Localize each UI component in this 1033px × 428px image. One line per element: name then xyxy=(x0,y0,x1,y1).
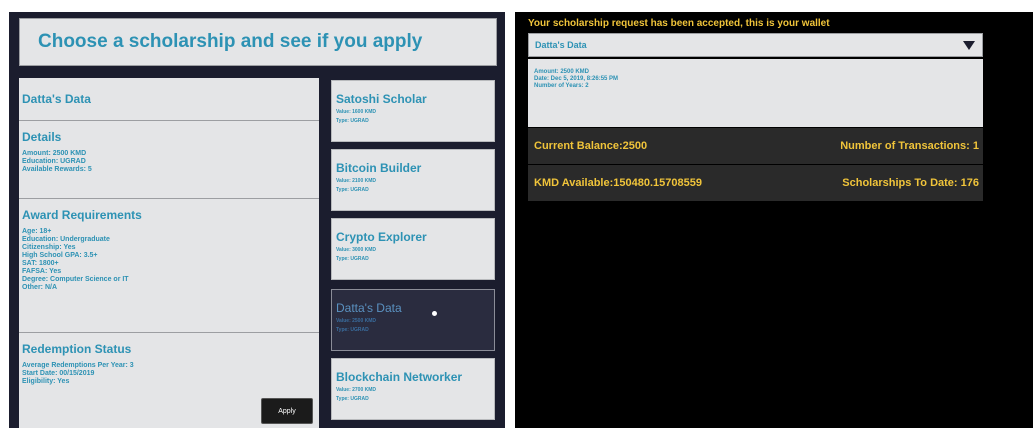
card-title: Crypto Explorer xyxy=(336,230,427,244)
award-requirements-section: Award Requirements Age: 18+ Education: U… xyxy=(19,208,319,292)
details-line: Amount: 2500 KMD xyxy=(22,150,87,157)
card-title: Blockchain Networker xyxy=(336,370,463,384)
requirement-line: Citizenship: Yes xyxy=(22,244,76,251)
scholarship-list: Satoshi Scholar Value: 1600 KMD Type: UG… xyxy=(325,78,501,428)
divider xyxy=(19,120,319,121)
mouse-cursor-icon xyxy=(432,311,437,316)
details-heading-section: Datta's Data xyxy=(19,92,319,106)
balance-row: Current Balance:2500 Number of Transacti… xyxy=(528,128,983,164)
requirement-line: High School GPA: 3.5+ xyxy=(22,252,98,259)
scholarship-card[interactable]: Bitcoin Builder Value: 2100 KMD Type: UG… xyxy=(331,149,495,211)
wallet-panel: Your scholarship request has been accept… xyxy=(515,12,1033,428)
redemption-status-title: Redemption Status xyxy=(22,342,132,356)
triangle-down-icon[interactable] xyxy=(963,41,975,50)
scholarships-to-date: Scholarships To Date: 176 xyxy=(842,177,979,189)
scholarship-card[interactable]: Satoshi Scholar Value: 1600 KMD Type: UG… xyxy=(331,80,495,142)
card-value: Value: 2100 KMD xyxy=(336,178,377,184)
card-title: Satoshi Scholar xyxy=(336,92,427,106)
divider xyxy=(19,198,319,199)
kmd-available: KMD Available:150480.15708559 xyxy=(534,177,702,189)
divider xyxy=(19,332,319,333)
transaction-count: Number of Transactions: 1 xyxy=(840,140,979,152)
redemption-line: Start Date: 00/15/2019 xyxy=(22,370,95,377)
requirement-line: FAFSA: Yes xyxy=(22,268,62,275)
scholarship-chooser-panel: Choose a scholarship and see if you appl… xyxy=(9,12,505,428)
page-header: Choose a scholarship and see if you appl… xyxy=(19,18,497,66)
details-section: Details Amount: 2500 KMD Education: UGRA… xyxy=(19,130,319,174)
card-value: Value: 2700 KMD xyxy=(336,387,377,393)
acceptance-message: Your scholarship request has been accept… xyxy=(528,18,830,29)
apply-button[interactable]: Apply xyxy=(261,398,313,424)
card-type: Type: UGRAD xyxy=(336,256,369,262)
requirement-line: Other: N/A xyxy=(22,284,57,291)
card-type: Type: UGRAD xyxy=(336,327,369,333)
details-title: Details xyxy=(22,130,62,144)
wallet-details: Amount: 2500 KMD Date: Dec 5, 2019, 8:26… xyxy=(528,59,983,127)
card-type: Type: UGRAD xyxy=(336,187,369,193)
card-title: Bitcoin Builder xyxy=(336,161,422,175)
scholarship-card[interactable]: Blockchain Networker Value: 2700 KMD Typ… xyxy=(331,358,495,420)
current-balance: Current Balance:2500 xyxy=(534,140,648,152)
scholarship-card-selected[interactable]: Datta's Data Value: 2500 KMD Type: UGRAD xyxy=(331,289,495,351)
scholarship-details-panel: Datta's Data Details Amount: 2500 KMD Ed… xyxy=(19,78,319,428)
card-type: Type: UGRAD xyxy=(336,118,369,124)
redemption-line: Average Redemptions Per Year: 3 xyxy=(22,362,134,369)
details-line: Education: UGRAD xyxy=(22,158,86,165)
award-requirements-title: Award Requirements xyxy=(22,208,142,222)
redemption-status-section: Redemption Status Average Redemptions Pe… xyxy=(19,342,319,386)
details-line: Available Rewards: 5 xyxy=(22,166,92,173)
card-value: Value: 1600 KMD xyxy=(336,109,377,115)
wallet-dropdown[interactable]: Datta's Data xyxy=(528,33,983,57)
card-value: Value: 3000 KMD xyxy=(336,247,377,253)
card-title: Datta's Data xyxy=(336,301,402,315)
requirement-line: Education: Undergraduate xyxy=(22,236,110,243)
kmd-row: KMD Available:150480.15708559 Scholarshi… xyxy=(528,165,983,201)
card-value: Value: 2500 KMD xyxy=(336,318,377,324)
wallet-detail-line: Amount: 2500 KMD xyxy=(534,69,590,75)
requirement-line: Age: 18+ xyxy=(22,228,52,235)
requirement-line: SAT: 1800+ xyxy=(22,260,59,267)
scholarship-name-heading: Datta's Data xyxy=(22,92,91,106)
wallet-name: Datta's Data xyxy=(535,40,587,50)
requirement-line: Degree: Computer Science or IT xyxy=(22,276,129,283)
card-type: Type: UGRAD xyxy=(336,396,369,402)
wallet-detail-line: Number of Years: 2 xyxy=(534,83,589,89)
redemption-line: Eligibility: Yes xyxy=(22,378,70,385)
wallet-detail-line: Date: Dec 5, 2019, 8:26:55 PM xyxy=(534,76,619,82)
page-title: Choose a scholarship and see if you appl… xyxy=(38,31,423,52)
scholarship-card[interactable]: Crypto Explorer Value: 3000 KMD Type: UG… xyxy=(331,218,495,280)
